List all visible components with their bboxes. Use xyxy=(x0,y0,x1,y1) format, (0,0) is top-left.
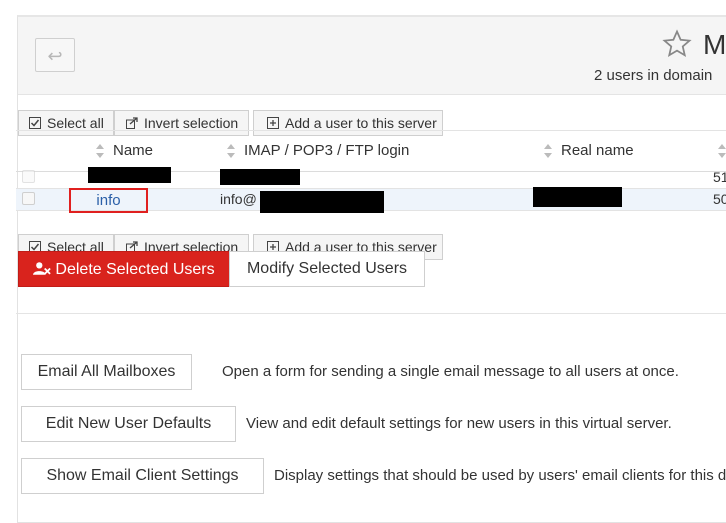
edit-new-user-defaults-description: View and edit default settings for new u… xyxy=(246,415,672,432)
redacted-login xyxy=(220,169,300,185)
page-header: ↩ M 2 users in domain xyxy=(18,17,726,95)
column-header-name[interactable]: Name xyxy=(96,131,153,171)
redacted-real-name xyxy=(533,187,622,207)
sort-icon xyxy=(718,144,726,159)
table-row: 51 xyxy=(16,166,726,187)
redacted-name xyxy=(88,167,171,183)
row-checkbox[interactable] xyxy=(22,170,35,183)
edit-new-user-defaults-button[interactable]: Edit New User Defaults xyxy=(21,406,236,442)
page-title: M xyxy=(703,29,726,60)
table-row: info info@ 50 xyxy=(16,187,726,213)
return-arrow-icon: ↩ xyxy=(47,46,63,66)
checkbox-check-icon xyxy=(29,117,41,129)
email-all-mailboxes-button[interactable]: Email All Mailboxes xyxy=(21,354,192,390)
section-divider xyxy=(16,313,726,314)
redacted-domain xyxy=(260,191,384,213)
modify-selected-users-button[interactable]: Modify Selected Users xyxy=(229,251,425,287)
quota-cell: 51 xyxy=(713,169,726,185)
delete-selected-users-button[interactable]: Delete Selected Users xyxy=(18,251,230,287)
row-checkbox[interactable] xyxy=(22,192,35,205)
column-header-real-name[interactable]: Real name xyxy=(544,131,634,171)
user-name-link[interactable]: info xyxy=(69,188,148,213)
page-subtitle: 2 users in domain xyxy=(594,67,713,84)
column-header-login[interactable]: IMAP / POP3 / FTP login xyxy=(227,131,409,171)
sort-icon xyxy=(96,144,104,159)
show-email-client-settings-description: Display settings that should be used by … xyxy=(274,467,726,484)
user-remove-icon xyxy=(33,262,52,275)
show-email-client-settings-button[interactable]: Show Email Client Settings xyxy=(21,458,264,494)
email-all-mailboxes-description: Open a form for sending a single email m… xyxy=(222,363,679,380)
share-arrow-icon xyxy=(126,117,138,129)
star-icon[interactable] xyxy=(662,29,692,59)
plus-square-icon xyxy=(267,117,279,129)
login-cell: info@ xyxy=(220,191,257,207)
quota-cell: 50 xyxy=(713,191,726,207)
column-header-quota[interactable] xyxy=(718,131,726,171)
sort-icon xyxy=(544,144,552,159)
sort-icon xyxy=(227,144,235,159)
back-button[interactable]: ↩ xyxy=(35,38,75,72)
